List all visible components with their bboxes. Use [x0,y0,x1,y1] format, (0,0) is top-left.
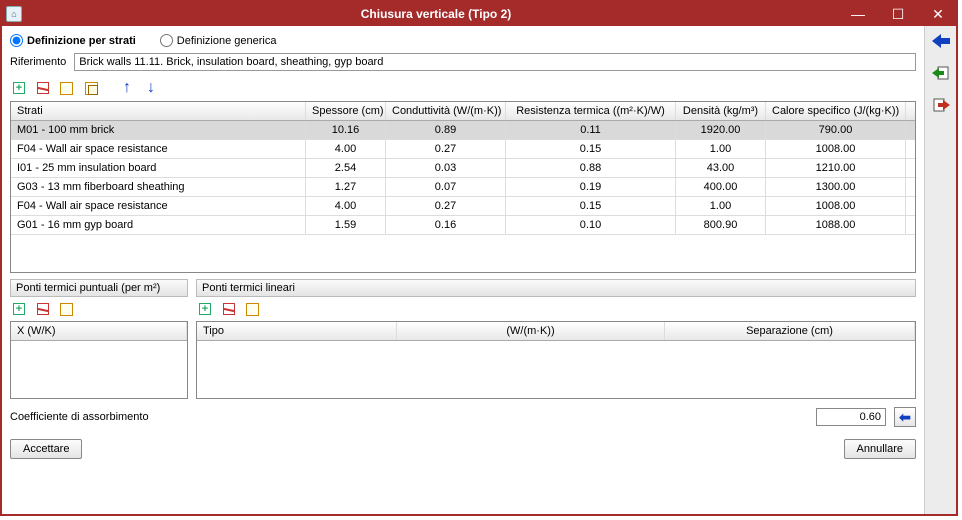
radio-generica[interactable]: Definizione generica [160,34,277,47]
move-up-button[interactable]: ↑ [118,79,136,97]
cell[interactable]: 400.00 [676,178,766,196]
table-row[interactable]: F04 - Wall air space resistance4.000.270… [11,197,915,216]
point-bridges-toolbar: + [10,297,188,321]
lb-add-button[interactable]: + [196,300,214,318]
layers-toolbar: + ↑ ↓ [10,77,916,101]
layers-body: M01 - 100 mm brick10.160.890.111920.0079… [11,121,915,272]
table-row[interactable]: G03 - 13 mm fiberboard sheathing1.270.07… [11,178,915,197]
layers-table: Strati Spessore (cm) Conduttività (W/(m·… [10,101,916,273]
cell[interactable]: 4.00 [306,140,386,158]
cell[interactable]: 1008.00 [766,140,906,158]
cell[interactable]: 1.00 [676,197,766,215]
delete-layer-button[interactable] [34,79,52,97]
cell[interactable]: 790.00 [766,121,906,139]
absorb-input[interactable] [816,408,886,426]
cell[interactable]: 0.19 [506,178,676,196]
radio-per-strati-input[interactable] [10,34,23,47]
absorb-pick-button[interactable]: ⬅ [894,407,916,427]
cell[interactable]: 0.15 [506,140,676,158]
cell[interactable]: 1300.00 [766,178,906,196]
add-layer-button[interactable]: + [10,79,28,97]
lb-col-type[interactable]: Tipo [197,322,397,340]
col-spessore[interactable]: Spessore (cm) [306,102,386,120]
point-bridges-title: Ponti termici puntuali (per m²) [10,279,188,297]
linear-bridges-table: Tipo (W/(m·K)) Separazione (cm) [196,321,916,399]
pb-add-button[interactable]: + [10,300,28,318]
col-specheat[interactable]: Calore specifico (J/(kg·K)) [766,102,906,120]
cell[interactable]: 1.59 [306,216,386,234]
lb-col-coef[interactable]: (W/(m·K)) [397,322,665,340]
import-icon[interactable] [931,64,951,82]
app-icon: ⌂ [6,6,22,22]
radio-per-strati-label: Definizione per strati [27,35,136,47]
radio-generica-input[interactable] [160,34,173,47]
maximize-button[interactable]: ☐ [884,5,912,23]
radio-generica-label: Definizione generica [177,35,277,47]
cell[interactable]: 0.16 [386,216,506,234]
accept-button[interactable]: Accettare [10,439,82,459]
cell[interactable]: 4.00 [306,197,386,215]
pb-col-x[interactable]: X (W/K) [11,322,187,340]
cell[interactable]: 0.27 [386,140,506,158]
col-conductivity[interactable]: Conduttività (W/(m·K)) [386,102,506,120]
linear-bridges-title: Ponti termici lineari [196,279,916,297]
window-title: Chiusura verticale (Tipo 2) [28,7,844,21]
cell[interactable]: 1008.00 [766,197,906,215]
reference-label: Riferimento [10,56,66,68]
cell[interactable]: G01 - 16 mm gyp board [11,216,306,234]
cell[interactable]: 0.10 [506,216,676,234]
copy-layer-button[interactable] [58,79,76,97]
cell[interactable]: 1210.00 [766,159,906,177]
dialog-window: ⌂ Chiusura verticale (Tipo 2) — ☐ ✕ Defi… [0,0,958,516]
cell[interactable]: 2.54 [306,159,386,177]
cell[interactable]: 1.27 [306,178,386,196]
cell[interactable]: 0.15 [506,197,676,215]
cell[interactable]: F04 - Wall air space resistance [11,197,306,215]
linear-bridges-toolbar: + [196,297,916,321]
cell[interactable]: I01 - 25 mm insulation board [11,159,306,177]
cell[interactable]: G03 - 13 mm fiberboard sheathing [11,178,306,196]
cell[interactable]: 1088.00 [766,216,906,234]
cell[interactable]: 0.11 [506,121,676,139]
lb-delete-button[interactable] [220,300,238,318]
right-sidebar [924,26,956,514]
close-button[interactable]: ✕ [924,5,952,23]
cell[interactable]: 43.00 [676,159,766,177]
cell[interactable]: 0.03 [386,159,506,177]
pb-delete-button[interactable] [34,300,52,318]
cell[interactable]: F04 - Wall air space resistance [11,140,306,158]
cell[interactable]: 10.16 [306,121,386,139]
cell[interactable]: 1920.00 [676,121,766,139]
cell[interactable]: 0.27 [386,197,506,215]
lb-copy-button[interactable] [244,300,262,318]
paste-layer-button[interactable] [82,79,100,97]
absorb-label: Coefficiente di assorbimento [10,411,808,423]
lb-col-sep[interactable]: Separazione (cm) [665,322,915,340]
table-row[interactable]: M01 - 100 mm brick10.160.890.111920.0079… [11,121,915,140]
cell[interactable]: 1.00 [676,140,766,158]
reference-input[interactable] [74,53,916,71]
definition-mode-radio: Definizione per strati Definizione gener… [10,34,916,47]
radio-per-strati[interactable]: Definizione per strati [10,34,136,47]
point-bridges-table: X (W/K) [10,321,188,399]
cell[interactable]: 0.88 [506,159,676,177]
export-icon[interactable] [931,96,951,114]
pb-copy-button[interactable] [58,300,76,318]
move-down-button[interactable]: ↓ [142,79,160,97]
table-row[interactable]: G01 - 16 mm gyp board1.590.160.10800.901… [11,216,915,235]
col-density[interactable]: Densità (kg/m³) [676,102,766,120]
cell[interactable]: M01 - 100 mm brick [11,121,306,139]
back-icon[interactable] [931,32,951,50]
col-strati[interactable]: Strati [11,102,306,120]
minimize-button[interactable]: — [844,5,872,23]
cell[interactable]: 800.90 [676,216,766,234]
titlebar: ⌂ Chiusura verticale (Tipo 2) — ☐ ✕ [2,2,956,26]
table-row[interactable]: I01 - 25 mm insulation board2.540.030.88… [11,159,915,178]
col-resistance[interactable]: Resistenza termica ((m²·K)/W) [506,102,676,120]
cancel-button[interactable]: Annullare [844,439,916,459]
cell[interactable]: 0.89 [386,121,506,139]
table-row[interactable]: F04 - Wall air space resistance4.000.270… [11,140,915,159]
cell[interactable]: 0.07 [386,178,506,196]
